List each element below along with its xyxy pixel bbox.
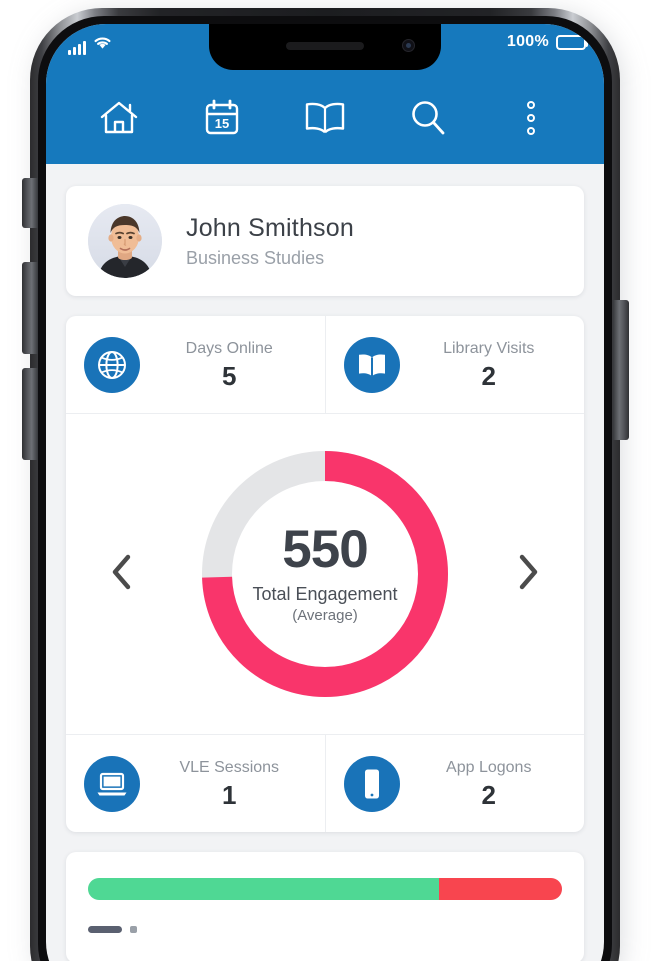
progress-segment-outstanding [438, 878, 562, 900]
cellular-signal-icon [68, 40, 86, 55]
phone-notch [209, 24, 441, 70]
profile-course: Business Studies [186, 247, 325, 268]
progress-legend [88, 926, 562, 933]
stat-label: App Logons [446, 758, 532, 776]
kebab-menu-icon [526, 101, 535, 135]
stat-value: 2 [481, 779, 496, 810]
calendar-icon: 15 [201, 97, 243, 139]
nav-item-home[interactable] [68, 82, 171, 154]
front-camera-icon [402, 39, 415, 52]
donut-subtitle: (Average) [292, 607, 358, 625]
screenshot-stage: 100% 15 John Smithson Business Studies D… [0, 0, 652, 961]
stat-value: 2 [481, 360, 496, 391]
avatar [88, 204, 162, 278]
progress-segment-complete [88, 878, 439, 900]
book-icon [302, 99, 348, 137]
book-icon [343, 336, 400, 393]
profile-text: John Smithson Business Studies [186, 214, 354, 268]
stat-days-online[interactable]: Days Online 5 [66, 316, 325, 414]
power-button[interactable] [613, 300, 629, 440]
silent-switch-button[interactable] [22, 178, 38, 228]
chevron-left-icon [108, 552, 136, 597]
stat-meta: App Logons 2 [400, 758, 573, 810]
profile-card[interactable]: John Smithson Business Studies [66, 186, 584, 296]
nav-item-search[interactable] [376, 82, 479, 154]
nav-item-calendar[interactable]: 15 [171, 82, 274, 154]
stat-label: VLE Sessions [179, 758, 280, 776]
stat-meta: Library Visits 2 [400, 339, 573, 391]
phone-screen: 100% 15 John Smithson Business Studies D… [46, 24, 604, 961]
nav-item-more[interactable] [479, 82, 582, 154]
volume-down-button[interactable] [22, 368, 38, 460]
search-icon [407, 97, 449, 139]
battery-percent-label: 100% [506, 33, 549, 50]
stat-vle-sessions[interactable]: VLE Sessions 1 [66, 734, 325, 832]
mobile-phone-icon [343, 755, 400, 812]
stat-value: 5 [222, 360, 237, 391]
nav-item-library[interactable] [274, 82, 377, 154]
progress-bar [88, 878, 562, 900]
legend-dot-icon [130, 926, 137, 933]
donut-center-labels: 550 Total Engagement (Average) [199, 448, 451, 700]
engagement-donut-chart: 550 Total Engagement (Average) [199, 448, 451, 700]
stat-meta: Days Online 5 [140, 339, 313, 391]
globe-icon [84, 336, 140, 393]
stat-library-visits[interactable]: Library Visits 2 [324, 316, 584, 414]
volume-up-button[interactable] [22, 262, 38, 354]
svg-text:15: 15 [215, 116, 229, 131]
stats-row-bottom: VLE Sessions 1 App Logons 2 [66, 734, 584, 832]
stat-value: 1 [222, 779, 237, 810]
stat-meta: VLE Sessions 1 [140, 758, 313, 810]
home-icon [98, 98, 140, 138]
stat-app-logons[interactable]: App Logons 2 [324, 734, 584, 832]
battery-full-icon [556, 34, 588, 50]
stat-label: Days Online [185, 339, 273, 357]
top-navigation-bar: 15 [46, 82, 604, 154]
stats-row-top: Days Online 5 Library Visits 2 [66, 316, 584, 414]
engagement-card: Days Online 5 Library Visits 2 550 Total… [66, 316, 584, 832]
wifi-icon [93, 35, 112, 55]
carousel-next-button[interactable] [506, 552, 550, 596]
carousel-prev-button[interactable] [100, 552, 144, 596]
laptop-icon [84, 755, 140, 812]
dashboard-content: John Smithson Business Studies Days Onli… [46, 164, 604, 961]
donut-value: 550 [282, 520, 368, 580]
progress-card [66, 852, 584, 961]
earpiece-speaker [286, 42, 364, 50]
engagement-carousel: 550 Total Engagement (Average) [66, 414, 584, 734]
donut-title: Total Engagement [252, 584, 398, 605]
legend-swatch-icon [88, 926, 122, 933]
phone-bezel: 100% 15 John Smithson Business Studies D… [46, 24, 604, 961]
profile-name: John Smithson [186, 213, 354, 242]
stat-label: Library Visits [443, 339, 535, 357]
chevron-right-icon [514, 552, 542, 597]
status-bar-right: 100% [506, 33, 588, 51]
status-bar-left [68, 35, 112, 55]
